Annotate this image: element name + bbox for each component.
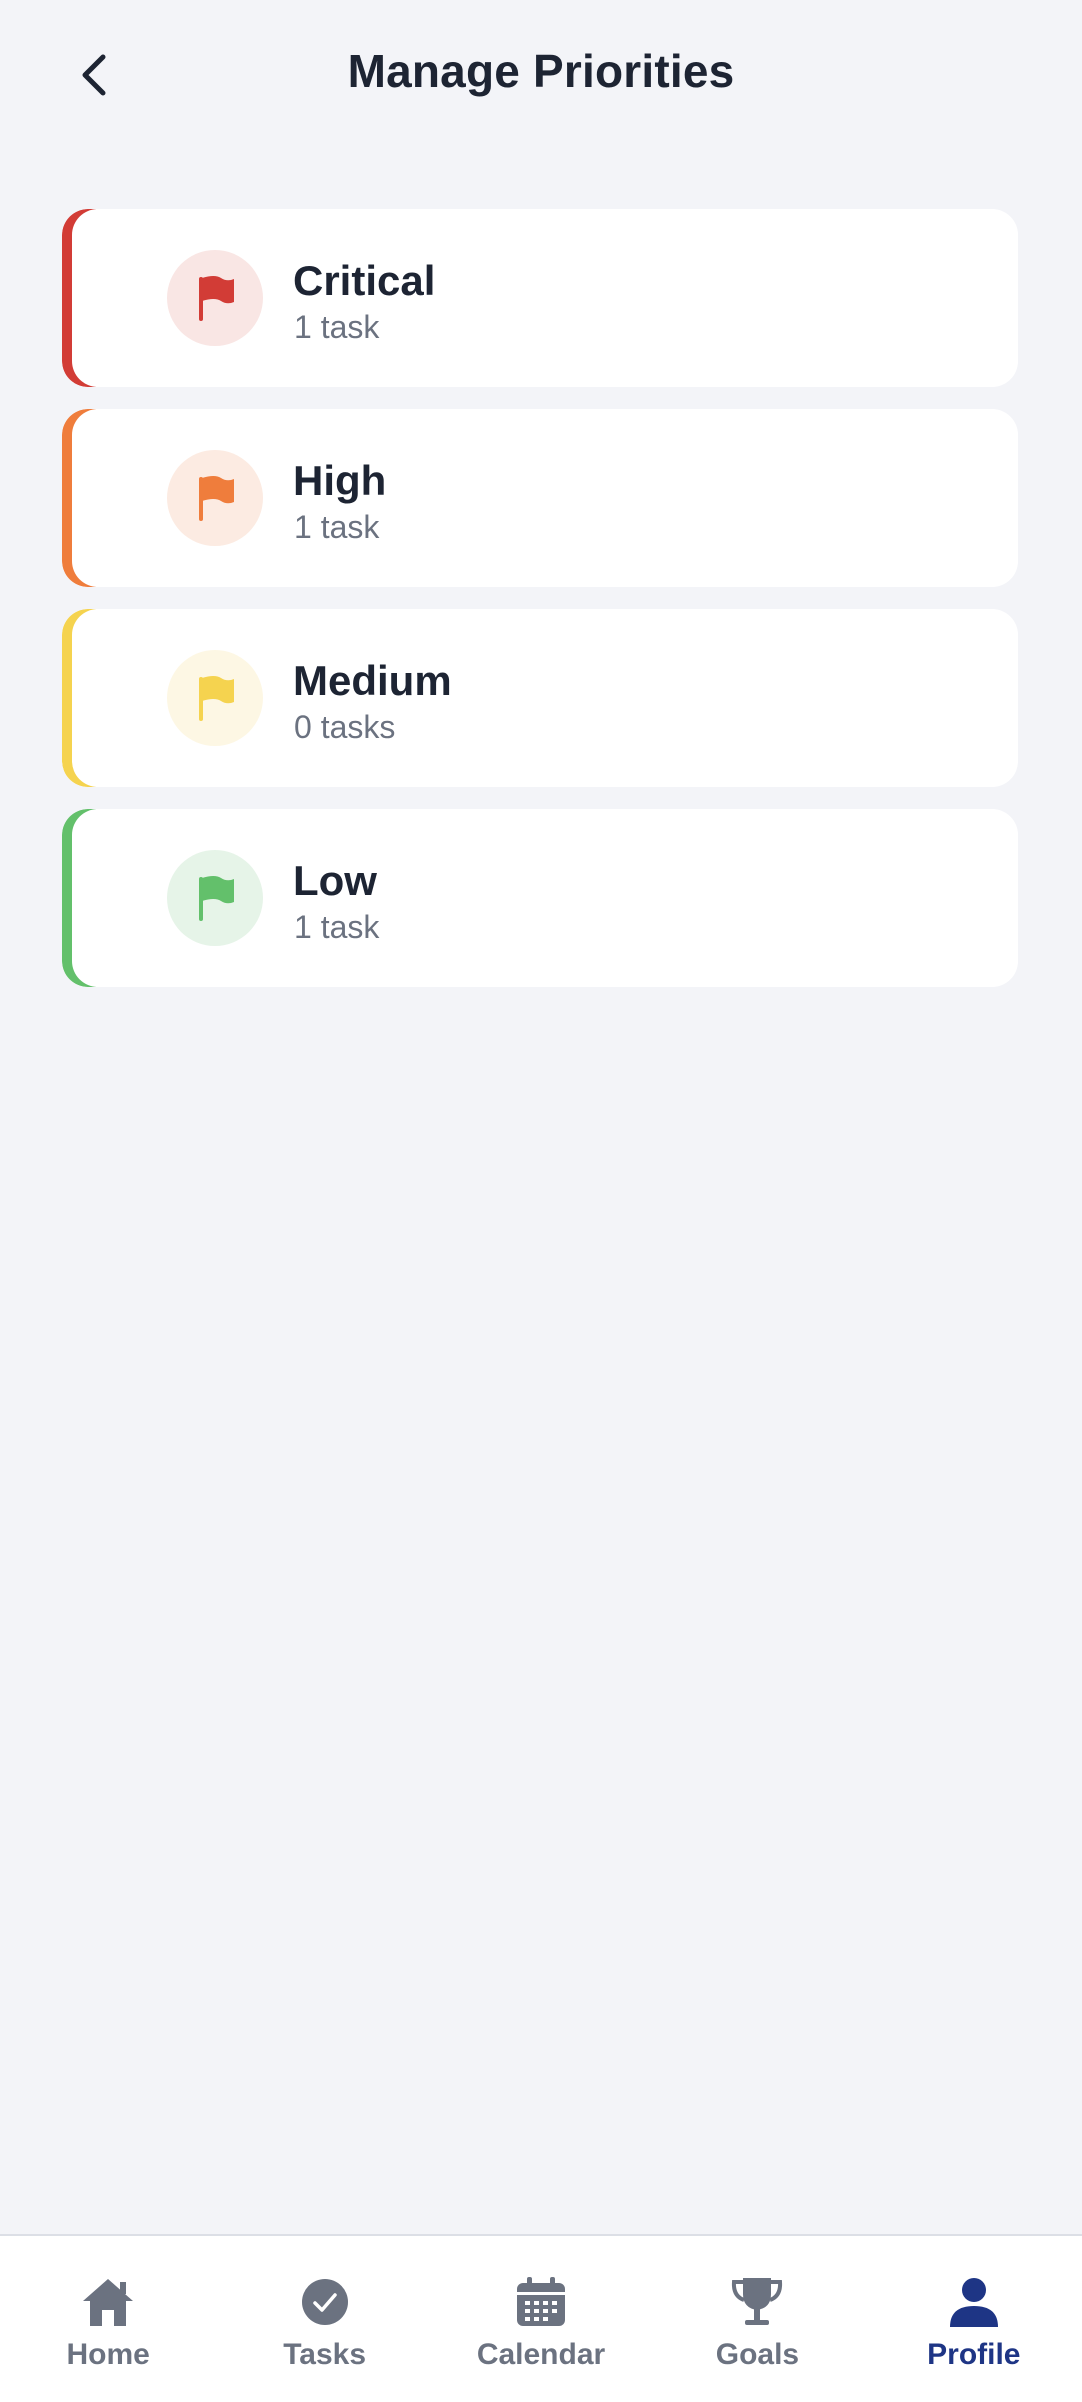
flag-badge <box>167 650 263 746</box>
nav-item-home[interactable]: Home <box>0 2236 216 2402</box>
flag-icon <box>199 476 234 521</box>
header: Manage Priorities <box>0 0 1082 150</box>
person-icon <box>949 2278 998 2327</box>
priority-name: Low <box>293 857 377 904</box>
priority-name: Critical <box>293 257 436 304</box>
card-body: Low 1 task <box>72 809 1018 987</box>
trophy-icon <box>732 2278 783 2325</box>
priority-card-high[interactable]: High 1 task <box>62 409 1018 587</box>
nav-item-tasks[interactable]: Tasks <box>216 2236 432 2402</box>
nav-label: Goals <box>715 2338 800 2371</box>
calendar-icon <box>517 2277 566 2326</box>
flag-badge <box>167 450 263 546</box>
nav-label: Calendar <box>476 2338 606 2371</box>
priority-name: High <box>293 457 387 504</box>
page-title: Manage Priorities <box>347 45 735 97</box>
priority-card-critical[interactable]: Critical 1 task <box>62 209 1018 387</box>
manage-priorities-screen: Manage Priorities Critical 1 task High 1… <box>0 0 1082 2402</box>
priority-task-count: 1 task <box>294 509 380 545</box>
nav-label: Home <box>66 2338 150 2371</box>
priority-name: Medium <box>293 657 452 704</box>
priority-list: Critical 1 task High 1 task Medium 0 tas… <box>62 209 1018 1009</box>
check-circle-icon <box>301 2279 348 2325</box>
nav-item-goals[interactable]: Goals <box>649 2236 865 2402</box>
flag-badge <box>167 250 263 346</box>
flag-icon <box>199 676 234 721</box>
nav-item-profile[interactable]: Profile <box>866 2236 1082 2402</box>
priority-task-count: 1 task <box>294 909 380 945</box>
flag-icon <box>199 876 234 921</box>
nav-item-calendar[interactable]: Calendar <box>433 2236 649 2402</box>
priority-card-medium[interactable]: Medium 0 tasks <box>62 609 1018 787</box>
nav-label: Tasks <box>283 2338 367 2371</box>
priority-task-count: 0 tasks <box>294 709 396 745</box>
flag-icon <box>199 276 234 321</box>
bottom-navigation: Home Tasks Calendar Goals Profile <box>0 2234 1082 2402</box>
card-body: High 1 task <box>72 409 1018 587</box>
priority-card-low[interactable]: Low 1 task <box>62 809 1018 987</box>
home-icon <box>83 2279 134 2326</box>
priority-task-count: 1 task <box>294 309 380 345</box>
card-body: Critical 1 task <box>72 209 1018 387</box>
nav-label: Profile <box>927 2338 1021 2371</box>
card-body: Medium 0 tasks <box>72 609 1018 787</box>
flag-badge <box>167 850 263 946</box>
